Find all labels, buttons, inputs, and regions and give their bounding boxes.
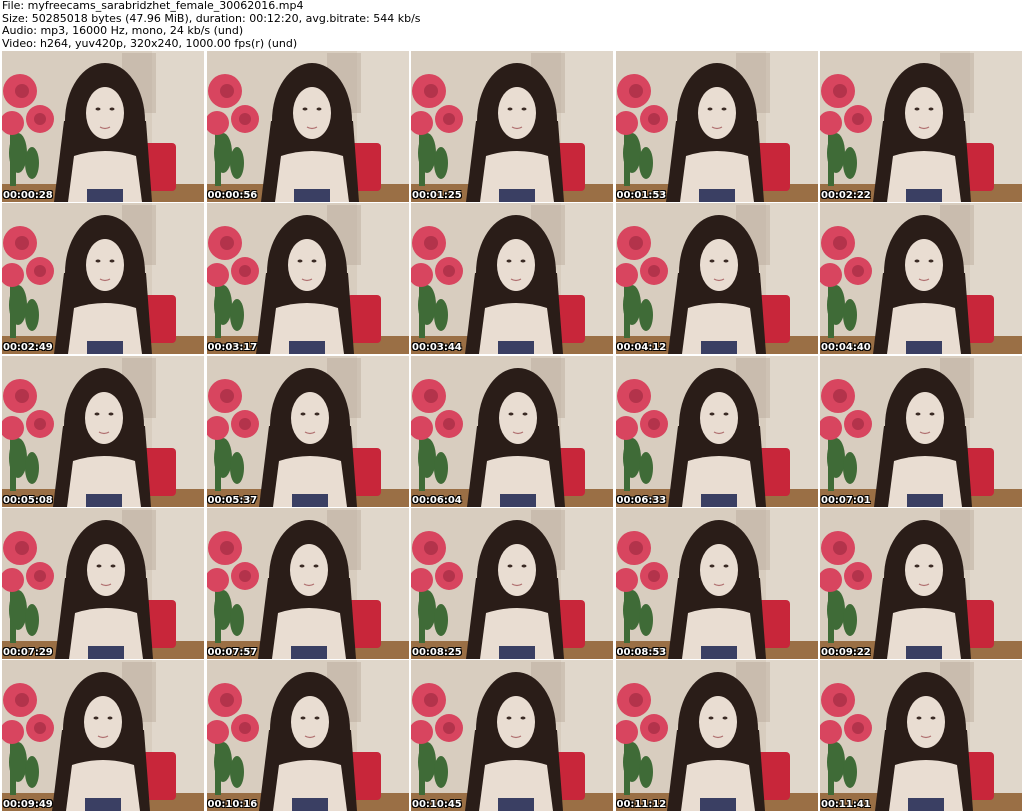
video-thumbnail-14: 00:06:33	[615, 355, 818, 507]
thumbnail-frame-image	[2, 660, 204, 811]
video-thumbnail-24: 00:11:12	[615, 660, 818, 811]
video-thumbnail-4: 00:01:53	[615, 51, 818, 202]
thumbnail-frame-image	[615, 355, 818, 507]
timestamp-label: 00:02:22	[821, 190, 871, 201]
video-thumbnail-11: 00:05:08	[2, 355, 204, 507]
video-thumbnail-5: 00:02:22	[820, 51, 1022, 202]
thumbnail-frame-image	[615, 203, 818, 355]
thumbnail-frame-image	[820, 660, 1022, 811]
thumbnail-frame-image	[206, 507, 409, 659]
file-info-header: File: myfreecams_sarabridzhet_female_300…	[2, 0, 1022, 50]
timestamp-label: 00:05:08	[3, 494, 53, 506]
timestamp-label: 00:09:22	[821, 646, 871, 658]
timestamp-label: 00:08:25	[412, 646, 462, 658]
video-thumbnail-7: 00:03:17	[206, 203, 409, 355]
file-name-line: File: myfreecams_sarabridzhet_female_300…	[2, 0, 304, 12]
thumbnail-frame-image	[820, 507, 1022, 659]
video-thumbnail-23: 00:10:45	[411, 660, 613, 811]
video-thumbnail-12: 00:05:37	[206, 355, 409, 507]
video-thumbnail-21: 00:09:49	[2, 660, 204, 811]
timestamp-label: 00:00:56	[207, 190, 258, 201]
thumbnail-frame-image	[411, 203, 613, 355]
thumbnail-frame-image	[820, 203, 1022, 355]
audio-info-line: Audio: mp3, 16000 Hz, mono, 24 kb/s (und…	[2, 24, 244, 37]
video-thumbnail-15: 00:07:01	[820, 355, 1022, 507]
video-thumbnail-19: 00:08:53	[615, 507, 818, 659]
thumbnail-frame-image	[206, 355, 409, 507]
thumbnail-frame-image	[2, 355, 204, 507]
timestamp-label: 00:09:49	[3, 799, 53, 810]
video-thumbnail-9: 00:04:12	[615, 203, 818, 355]
timestamp-label: 00:06:04	[412, 494, 462, 506]
timestamp-label: 00:01:53	[616, 190, 667, 201]
video-thumbnail-17: 00:07:57	[206, 507, 409, 659]
video-thumbnail-20: 00:09:22	[820, 507, 1022, 659]
video-thumbnail-16: 00:07:29	[2, 507, 204, 659]
timestamp-label: 00:07:29	[3, 646, 53, 658]
timestamp-label: 00:06:33	[616, 494, 667, 506]
timestamp-label: 00:11:41	[821, 799, 871, 810]
video-thumbnail-2: 00:00:56	[206, 51, 409, 202]
video-thumbnail-3: 00:01:25	[411, 51, 613, 202]
timestamp-label: 00:10:16	[207, 799, 258, 810]
thumbnail-frame-image	[411, 660, 613, 811]
timestamp-label: 00:08:53	[616, 646, 667, 658]
thumbnail-frame-image	[206, 51, 409, 202]
video-info-line: Video: h264, yuv420p, 320x240, 1000.00 f…	[2, 36, 298, 50]
timestamp-label: 00:02:49	[3, 342, 53, 354]
thumbnail-frame-image	[411, 507, 613, 659]
thumbnail-frame-image	[2, 507, 204, 659]
timestamp-label: 00:05:37	[207, 494, 258, 506]
timestamp-label: 00:01:25	[412, 190, 462, 201]
timestamp-label: 00:03:17	[207, 342, 258, 354]
timestamp-label: 00:07:01	[821, 494, 871, 506]
timestamp-label: 00:04:12	[616, 342, 667, 354]
video-thumbnail-25: 00:11:41	[820, 660, 1022, 811]
video-thumbnail-8: 00:03:44	[411, 203, 613, 355]
thumbnail-grid: 00:00:28 00:00:56 00:01:25 00:01:53 00:0…	[2, 51, 1022, 811]
thumbnail-frame-image	[411, 355, 613, 507]
thumbnail-frame-image	[2, 203, 204, 355]
thumbnail-frame-image	[615, 51, 818, 202]
timestamp-label: 00:00:28	[3, 190, 53, 201]
thumbnail-frame-image	[206, 203, 409, 355]
thumbnail-frame-image	[2, 51, 204, 202]
video-thumbnail-22: 00:10:16	[206, 660, 409, 811]
thumbnail-frame-image	[820, 355, 1022, 507]
thumbnail-frame-image	[615, 660, 818, 811]
thumbnail-frame-image	[206, 660, 409, 811]
timestamp-label: 00:07:57	[207, 646, 258, 658]
thumbnail-frame-image	[615, 507, 818, 659]
video-thumbnail-1: 00:00:28	[2, 51, 204, 202]
video-thumbnail-6: 00:02:49	[2, 203, 204, 355]
video-thumbnail-18: 00:08:25	[411, 507, 613, 659]
video-thumbnail-10: 00:04:40	[820, 203, 1022, 355]
thumbnail-frame-image	[411, 51, 613, 202]
timestamp-label: 00:11:12	[616, 799, 667, 810]
timestamp-label: 00:03:44	[412, 342, 462, 354]
timestamp-label: 00:10:45	[412, 799, 462, 810]
thumbnail-frame-image	[820, 51, 1022, 202]
timestamp-label: 00:04:40	[821, 342, 871, 354]
video-thumbnail-13: 00:06:04	[411, 355, 613, 507]
